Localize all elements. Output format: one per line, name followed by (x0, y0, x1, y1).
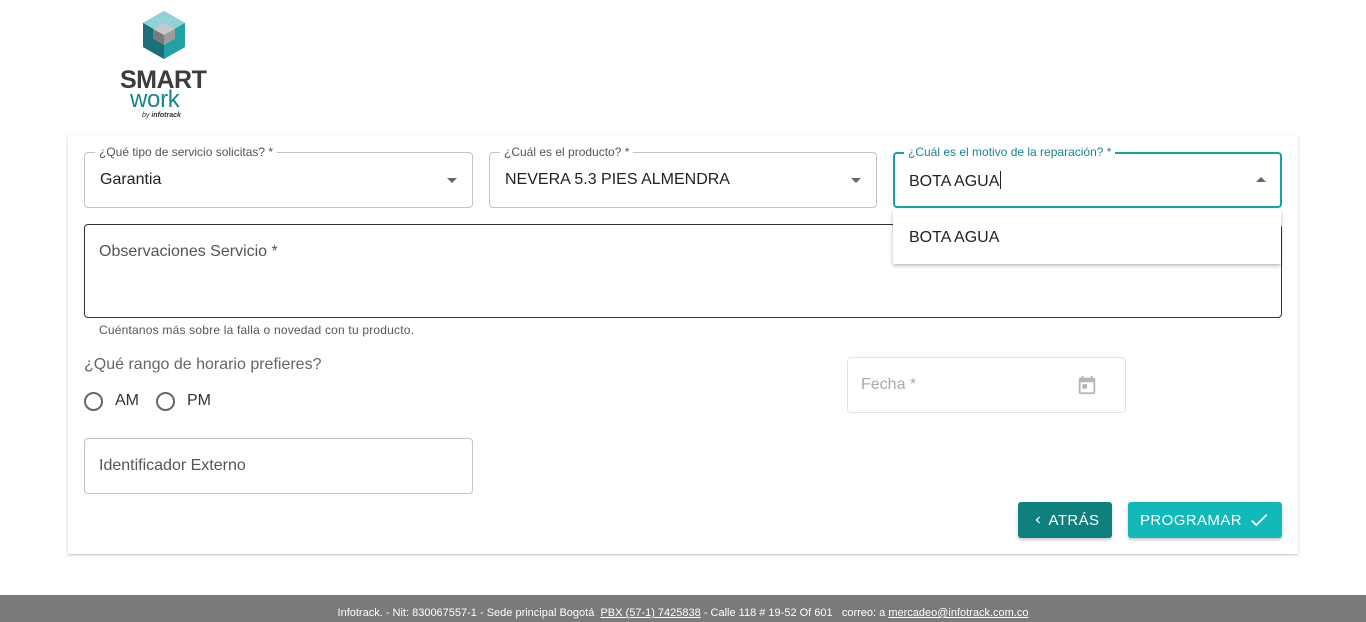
chevron-down-icon[interactable] (447, 178, 457, 183)
service-type-value: Garantia (100, 171, 162, 188)
footer-address: - Calle 118 # 19-52 Of 601 (703, 607, 833, 619)
date-field[interactable]: Fecha * (847, 357, 1126, 413)
back-button-label: ATRÁS (1048, 511, 1100, 529)
dropdown-option[interactable]: BOTA AGUA (909, 229, 999, 247)
footer-mail-label: correo: a (841, 607, 886, 619)
service-type-select[interactable]: ¿Qué tipo de servicio solicitas? * Garan… (84, 145, 473, 208)
chevron-left-icon (1035, 516, 1040, 524)
footer: Infotrack. - Nit: 830067557-1 - Sede pri… (0, 595, 1366, 622)
repair-reason-autocomplete[interactable]: ¿Cuál es el motivo de la reparación? * B… (893, 145, 1282, 208)
product-select[interactable]: ¿Cuál es el producto? * NEVERA 5.3 PIES … (489, 145, 877, 208)
logo-by-text: by infotrack (142, 112, 181, 119)
footer-company: Infotrack. - Nit: 830067557-1 - Sede pri… (337, 607, 595, 619)
repair-reason-input[interactable]: BOTA AGUA (909, 171, 1002, 191)
repair-reason-dropdown: BOTA AGUA (893, 210, 1281, 264)
repair-reason-label: ¿Cuál es el motivo de la reparación? * (904, 145, 1116, 159)
schedule-question: ¿Qué rango de horario prefieres? (84, 356, 322, 373)
schedule-button-label: PROGRAMAR (1140, 511, 1242, 529)
schedule-button[interactable]: PROGRAMAR (1128, 502, 1282, 538)
back-button[interactable]: ATRÁS (1018, 502, 1112, 538)
service-type-label: ¿Qué tipo de servicio solicitas? * (95, 145, 278, 159)
observations-helper-text: Cuéntanos más sobre la falla o novedad c… (99, 323, 415, 337)
radio-am-label: AM (115, 392, 139, 409)
radio-circle[interactable] (84, 391, 103, 411)
product-label: ¿Cuál es el producto? * (500, 145, 634, 159)
smartwork-cube-icon (143, 11, 185, 59)
logo-work-text: work (130, 86, 180, 113)
radio-pm[interactable]: PM (156, 391, 211, 411)
external-id-input[interactable]: Identificador Externo (84, 438, 473, 494)
radio-circle[interactable] (156, 391, 175, 411)
calendar-icon[interactable] (1076, 374, 1098, 401)
page: SMART work by infotrack ¿Qué tipo de ser… (0, 0, 1366, 622)
chevron-up-icon[interactable] (1256, 177, 1266, 182)
footer-phone-link[interactable]: PBX (57-1) 7425838 (600, 607, 700, 619)
chevron-down-icon[interactable] (851, 178, 861, 183)
observations-placeholder: Observaciones Servicio * (99, 243, 278, 260)
date-placeholder: Fecha * (861, 376, 917, 393)
product-value: NEVERA 5.3 PIES ALMENDRA (505, 171, 730, 188)
smartwork-logo: SMART work by infotrack (118, 10, 210, 122)
radio-am[interactable]: AM (84, 391, 139, 411)
check-icon (1251, 514, 1268, 527)
external-id-placeholder: Identificador Externo (99, 457, 246, 474)
radio-pm-label: PM (187, 392, 211, 409)
footer-email-link[interactable]: mercadeo@infotrack.com.co (888, 607, 1028, 619)
